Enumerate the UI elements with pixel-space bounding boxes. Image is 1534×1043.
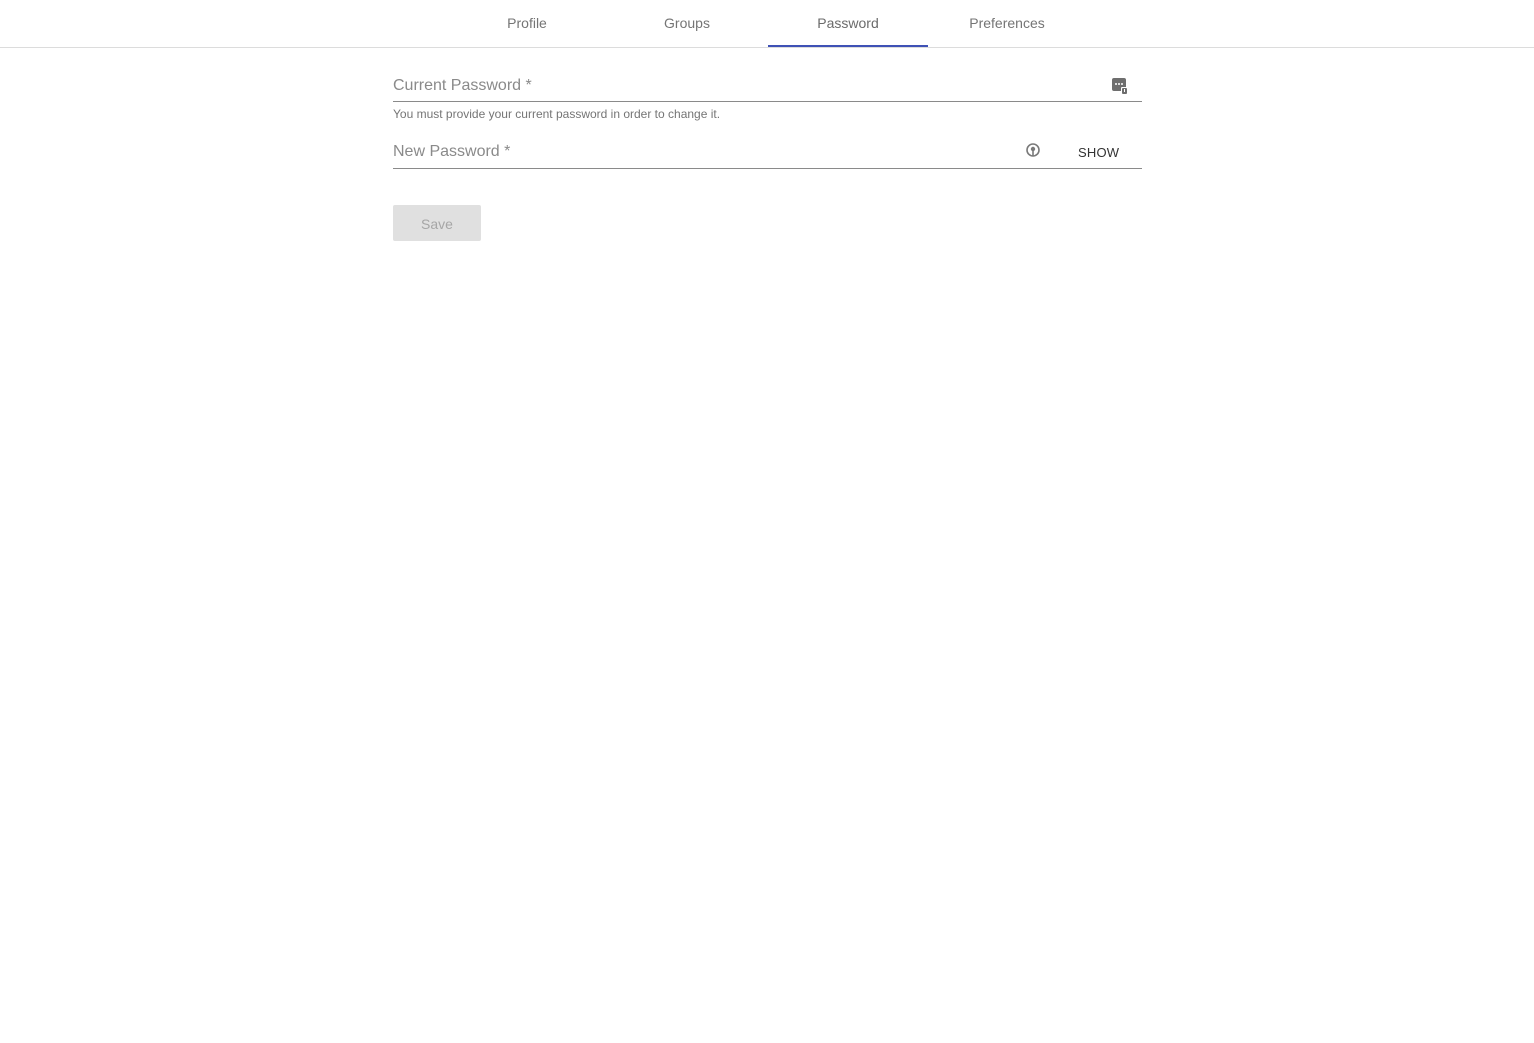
save-button[interactable]: Save (393, 205, 481, 241)
password-manager-icon[interactable] (1111, 77, 1129, 95)
current-password-helper-text: You must provide your current password i… (393, 107, 721, 121)
tab-bar: Profile Groups Password Preferences (0, 0, 1534, 48)
show-password-button[interactable]: SHOW (1078, 145, 1119, 160)
password-generator-icon[interactable] (1024, 142, 1042, 160)
current-password-field: Current Password * (393, 70, 1142, 102)
tab-groups[interactable]: Groups (607, 0, 767, 46)
new-password-field: New Password * SHOW (393, 137, 1142, 169)
tab-preferences[interactable]: Preferences (927, 0, 1087, 46)
new-password-input[interactable] (393, 137, 1013, 168)
tab-profile[interactable]: Profile (447, 0, 607, 46)
current-password-input[interactable] (393, 70, 1142, 101)
tab-password[interactable]: Password (768, 0, 928, 47)
